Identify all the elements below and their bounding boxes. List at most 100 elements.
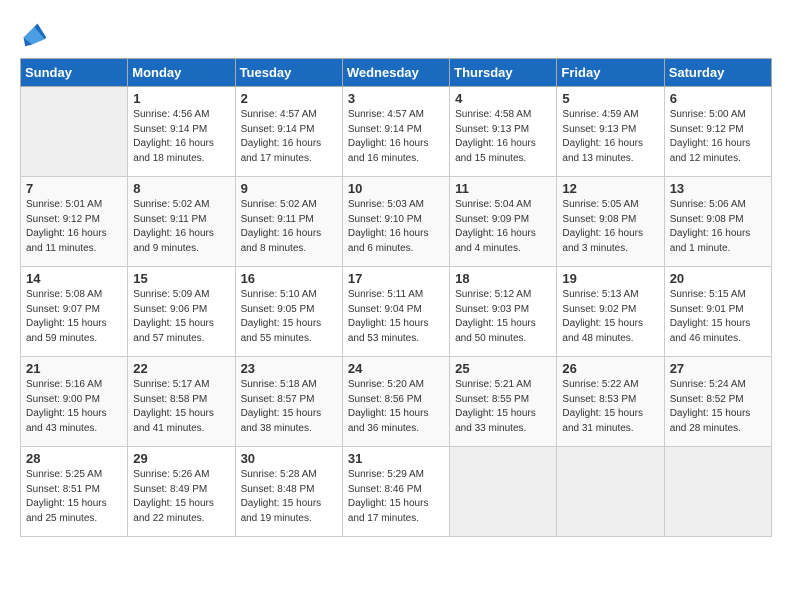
day-info: Sunrise: 5:20 AMSunset: 8:56 PMDaylight:… (348, 378, 444, 436)
calendar-cell: 29Sunrise: 5:26 AMSunset: 8:49 PMDayligh… (128, 447, 235, 537)
day-info: Sunrise: 5:18 AMSunset: 8:57 PMDaylight:… (241, 378, 337, 436)
calendar-cell: 28 Sunrise: 5:25 AMSunset: 8:51 PMDayligh… (21, 447, 128, 537)
calendar-cell: 8 Sunrise: 5:02 AMSunset: 9:11 PMDaylight… (128, 177, 235, 267)
calendar-cell: 22 Sunrise: 5:17 AMSunset: 8:58 PMDayligh… (128, 357, 235, 447)
day-info: Sunrise: 5:26 AMSunset: 8:49 PMDaylight:… (133, 468, 229, 526)
day-number: 5 (562, 91, 658, 106)
calendar-cell: 23 Sunrise: 5:18 AMSunset: 8:57 PMDayligh… (235, 357, 342, 447)
calendar-table: SundayMondayTuesdayWednesdayThursdayFrid… (20, 58, 772, 537)
day-info: Sunrise: 5:17 AMSunset: 8:58 PMDaylight:… (133, 378, 229, 436)
day-info: Sunrise: 5:25 AMSunset: 8:51 PMDaylight:… (26, 468, 122, 526)
day-info: Sunrise: 5:11 AMSunset: 9:04 PMDaylight:… (348, 288, 444, 346)
page-header (20, 20, 772, 48)
day-info: Sunrise: 5:06 AMSunset: 9:08 PMDaylight:… (670, 198, 766, 256)
day-number: 9 (241, 181, 337, 196)
logo (20, 20, 52, 48)
calendar-cell: 12Sunrise: 5:05 AMSunset: 9:08 PMDayligh… (557, 177, 664, 267)
calendar-cell: 7 Sunrise: 5:01 AMSunset: 9:12 PMDaylight… (21, 177, 128, 267)
calendar-header-row: SundayMondayTuesdayWednesdayThursdayFrid… (21, 59, 772, 87)
day-number: 14 (26, 271, 122, 286)
calendar-cell: 17 Sunrise: 5:11 AMSunset: 9:04 PMDayligh… (342, 267, 449, 357)
calendar-cell (450, 447, 557, 537)
day-info: Sunrise: 5:04 AMSunset: 9:09 PMDaylight:… (455, 198, 551, 256)
calendar-cell: 24 Sunrise: 5:20 AMSunset: 8:56 PMDayligh… (342, 357, 449, 447)
day-number: 1 (133, 91, 229, 106)
day-info: Sunrise: 4:57 AMSunset: 9:14 PMDaylight:… (348, 108, 444, 166)
calendar-cell: 30 Sunrise: 5:28 AMSunset: 8:48 PMDayligh… (235, 447, 342, 537)
calendar-cell (664, 447, 771, 537)
calendar-week-row: 21Sunrise: 5:16 AMSunset: 9:00 PMDayligh… (21, 357, 772, 447)
day-info: Sunrise: 4:59 AMSunset: 9:13 PMDaylight:… (562, 108, 658, 166)
calendar-cell: 14 Sunrise: 5:08 AMSunset: 9:07 PMDayligh… (21, 267, 128, 357)
weekday-header: Thursday (450, 59, 557, 87)
calendar-cell: 19Sunrise: 5:13 AMSunset: 9:02 PMDayligh… (557, 267, 664, 357)
calendar-cell: 13 Sunrise: 5:06 AMSunset: 9:08 PMDayligh… (664, 177, 771, 267)
day-number: 27 (670, 361, 766, 376)
day-info: Sunrise: 5:24 AMSunset: 8:52 PMDaylight:… (670, 378, 766, 436)
day-info: Sunrise: 5:09 AMSunset: 9:06 PMDaylight:… (133, 288, 229, 346)
day-info: Sunrise: 5:28 AMSunset: 8:48 PMDaylight:… (241, 468, 337, 526)
day-info: Sunrise: 5:01 AMSunset: 9:12 PMDaylight:… (26, 198, 122, 256)
calendar-cell: 9Sunrise: 5:02 AMSunset: 9:11 PMDaylight… (235, 177, 342, 267)
calendar-week-row: 1 Sunrise: 4:56 AMSunset: 9:14 PMDaylight… (21, 87, 772, 177)
day-number: 15 (133, 271, 229, 286)
day-number: 3 (348, 91, 444, 106)
calendar-cell (21, 87, 128, 177)
day-info: Sunrise: 5:12 AMSunset: 9:03 PMDaylight:… (455, 288, 551, 346)
calendar-cell: 15 Sunrise: 5:09 AMSunset: 9:06 PMDayligh… (128, 267, 235, 357)
day-info: Sunrise: 5:21 AMSunset: 8:55 PMDaylight:… (455, 378, 551, 436)
day-number: 17 (348, 271, 444, 286)
day-number: 28 (26, 451, 122, 466)
weekday-header: Sunday (21, 59, 128, 87)
logo-icon (20, 20, 48, 48)
day-info: Sunrise: 4:57 AMSunset: 9:14 PMDaylight:… (241, 108, 337, 166)
day-info: Sunrise: 4:58 AMSunset: 9:13 PMDaylight:… (455, 108, 551, 166)
day-number: 21 (26, 361, 122, 376)
day-number: 10 (348, 181, 444, 196)
calendar-cell: 16Sunrise: 5:10 AMSunset: 9:05 PMDayligh… (235, 267, 342, 357)
weekday-header: Friday (557, 59, 664, 87)
calendar-week-row: 14 Sunrise: 5:08 AMSunset: 9:07 PMDayligh… (21, 267, 772, 357)
day-info: Sunrise: 5:15 AMSunset: 9:01 PMDaylight:… (670, 288, 766, 346)
day-number: 22 (133, 361, 229, 376)
calendar-cell: 3 Sunrise: 4:57 AMSunset: 9:14 PMDaylight… (342, 87, 449, 177)
calendar-cell: 10Sunrise: 5:03 AMSunset: 9:10 PMDayligh… (342, 177, 449, 267)
day-info: Sunrise: 5:13 AMSunset: 9:02 PMDaylight:… (562, 288, 658, 346)
weekday-header: Tuesday (235, 59, 342, 87)
day-info: Sunrise: 5:08 AMSunset: 9:07 PMDaylight:… (26, 288, 122, 346)
day-info: Sunrise: 5:22 AMSunset: 8:53 PMDaylight:… (562, 378, 658, 436)
calendar-cell: 31 Sunrise: 5:29 AMSunset: 8:46 PMDayligh… (342, 447, 449, 537)
day-number: 11 (455, 181, 551, 196)
day-number: 31 (348, 451, 444, 466)
calendar-cell: 18 Sunrise: 5:12 AMSunset: 9:03 PMDayligh… (450, 267, 557, 357)
day-number: 18 (455, 271, 551, 286)
day-number: 4 (455, 91, 551, 106)
day-info: Sunrise: 5:29 AMSunset: 8:46 PMDaylight:… (348, 468, 444, 526)
calendar-cell (557, 447, 664, 537)
day-number: 30 (241, 451, 337, 466)
day-number: 7 (26, 181, 122, 196)
calendar-cell: 25 Sunrise: 5:21 AMSunset: 8:55 PMDayligh… (450, 357, 557, 447)
calendar-cell: 5 Sunrise: 4:59 AMSunset: 9:13 PMDaylight… (557, 87, 664, 177)
day-info: Sunrise: 5:02 AMSunset: 9:11 PMDaylight:… (133, 198, 229, 256)
calendar-week-row: 28 Sunrise: 5:25 AMSunset: 8:51 PMDayligh… (21, 447, 772, 537)
day-number: 25 (455, 361, 551, 376)
calendar-cell: 27 Sunrise: 5:24 AMSunset: 8:52 PMDayligh… (664, 357, 771, 447)
weekday-header: Saturday (664, 59, 771, 87)
calendar-cell: 26Sunrise: 5:22 AMSunset: 8:53 PMDayligh… (557, 357, 664, 447)
day-number: 24 (348, 361, 444, 376)
calendar-cell: 6 Sunrise: 5:00 AMSunset: 9:12 PMDaylight… (664, 87, 771, 177)
calendar-cell: 4 Sunrise: 4:58 AMSunset: 9:13 PMDaylight… (450, 87, 557, 177)
calendar-week-row: 7 Sunrise: 5:01 AMSunset: 9:12 PMDaylight… (21, 177, 772, 267)
day-number: 8 (133, 181, 229, 196)
day-number: 2 (241, 91, 337, 106)
day-number: 6 (670, 91, 766, 106)
day-number: 13 (670, 181, 766, 196)
day-number: 20 (670, 271, 766, 286)
day-info: Sunrise: 5:10 AMSunset: 9:05 PMDaylight:… (241, 288, 337, 346)
day-info: Sunrise: 4:56 AMSunset: 9:14 PMDaylight:… (133, 108, 229, 166)
calendar-cell: 2 Sunrise: 4:57 AMSunset: 9:14 PMDaylight… (235, 87, 342, 177)
day-info: Sunrise: 5:05 AMSunset: 9:08 PMDaylight:… (562, 198, 658, 256)
day-info: Sunrise: 5:00 AMSunset: 9:12 PMDaylight:… (670, 108, 766, 166)
day-number: 23 (241, 361, 337, 376)
